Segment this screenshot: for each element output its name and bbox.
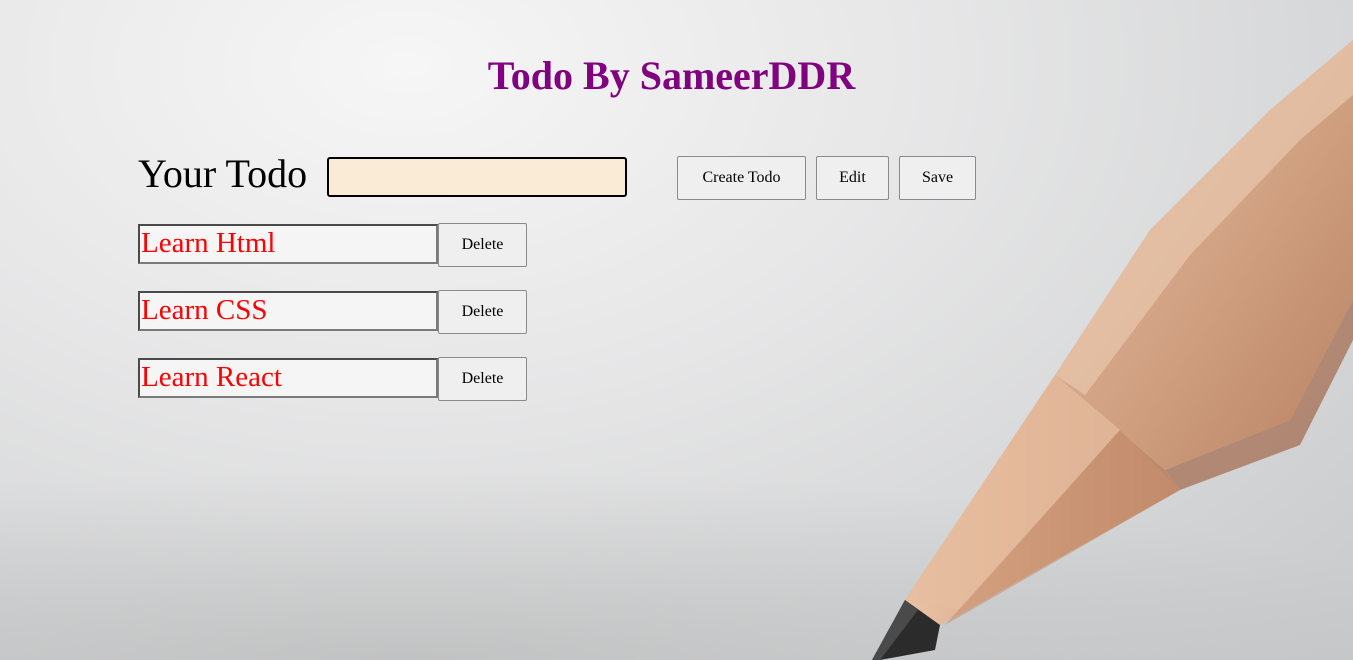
todo-item-text: Learn React: [138, 358, 438, 398]
todo-item: Learn CSS Delete: [138, 290, 528, 334]
todo-item: Learn Html Delete: [138, 223, 528, 267]
todo-list: Learn Html Delete Learn CSS Delete Learn…: [138, 223, 528, 424]
delete-todo-button[interactable]: Delete: [438, 223, 527, 267]
todo-item-text: Learn CSS: [138, 291, 438, 331]
delete-todo-button[interactable]: Delete: [438, 290, 527, 334]
todo-item: Learn React Delete: [138, 357, 528, 401]
todo-item-text: Learn Html: [138, 224, 438, 264]
delete-todo-button[interactable]: Delete: [438, 357, 527, 401]
todo-input-label: Your Todo: [138, 151, 308, 196]
edit-button[interactable]: Edit: [816, 156, 889, 200]
app-title: Todo By SameerDDR: [487, 53, 856, 98]
todo-input[interactable]: [327, 157, 627, 197]
create-todo-button[interactable]: Create Todo: [677, 156, 806, 200]
save-button[interactable]: Save: [899, 156, 976, 200]
